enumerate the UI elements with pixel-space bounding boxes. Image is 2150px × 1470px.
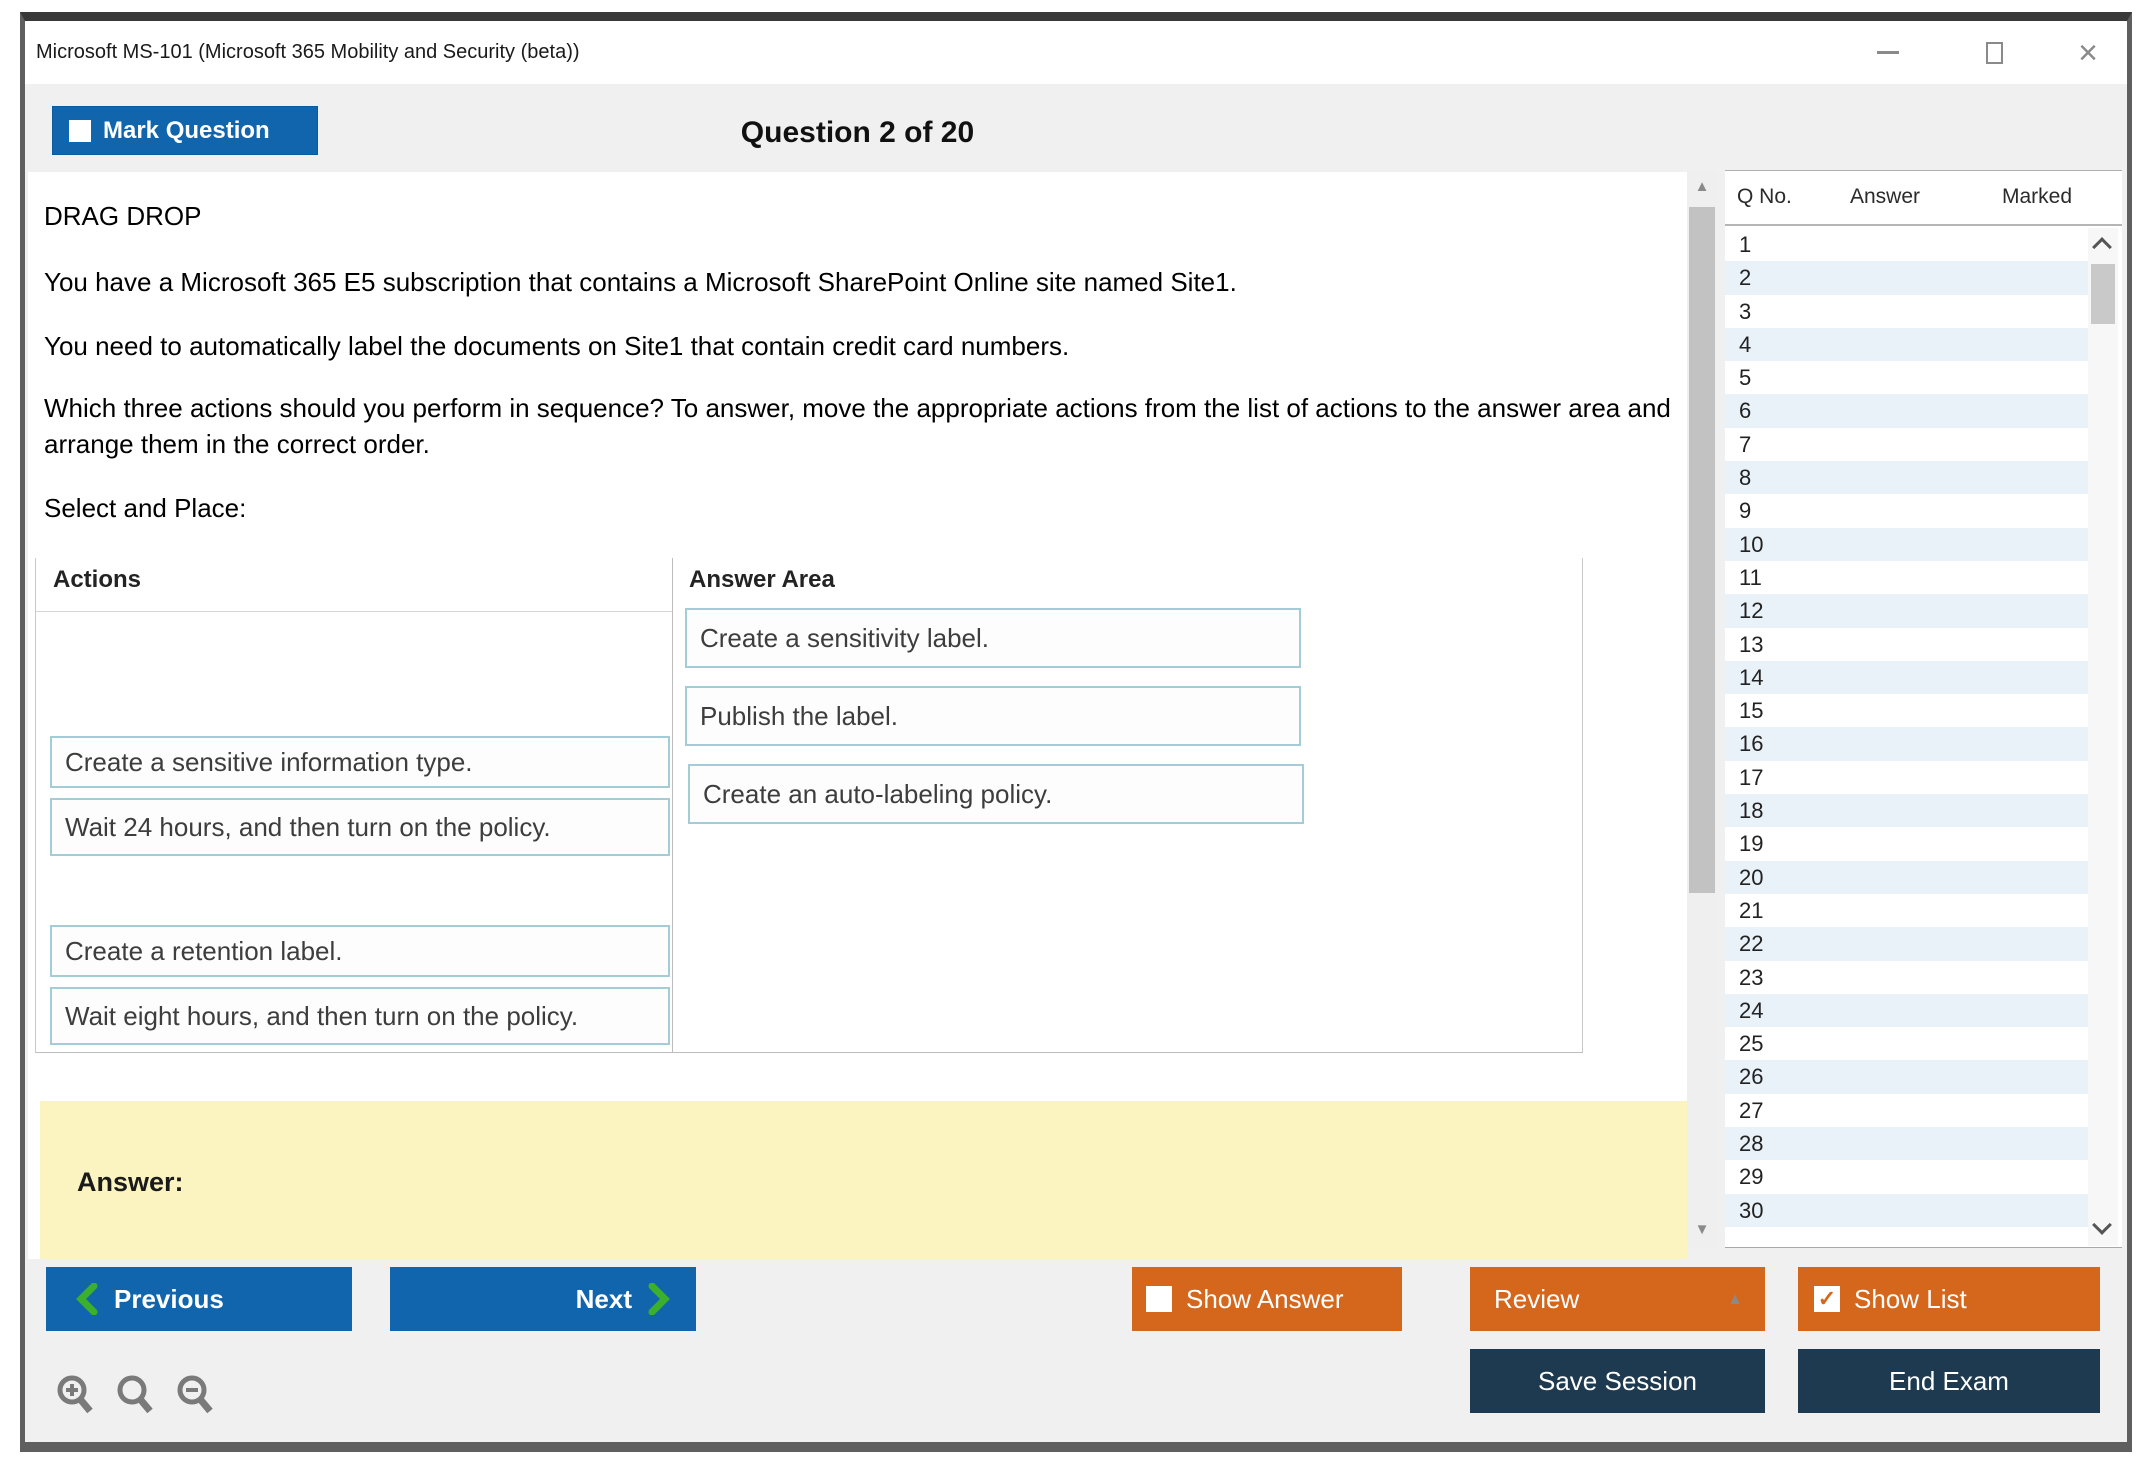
next-button[interactable]: Next bbox=[390, 1267, 696, 1331]
question-list-row[interactable]: 19 bbox=[1725, 827, 2088, 861]
previous-label: Previous bbox=[114, 1283, 224, 1314]
question-list-row[interactable]: 20 bbox=[1725, 860, 2088, 894]
zoom-reset-icon[interactable] bbox=[113, 1373, 159, 1419]
title-bar: Microsoft MS-101 (Microsoft 365 Mobility… bbox=[25, 21, 2127, 84]
scroll-up-icon[interactable]: ▲ bbox=[1687, 177, 1717, 197]
minimize-icon bbox=[1877, 51, 1899, 54]
content-scrollbar[interactable]: ▲ ▼ bbox=[1687, 172, 1717, 1247]
question-paragraph: Which three actions should you perform i… bbox=[44, 393, 1671, 459]
scroll-down-icon[interactable]: ▼ bbox=[1687, 1220, 1717, 1240]
minimize-button[interactable] bbox=[1865, 21, 1911, 84]
end-exam-label: End Exam bbox=[1889, 1365, 2009, 1396]
question-list-row[interactable]: 23 bbox=[1725, 960, 2088, 994]
show-answer-button[interactable]: Show Answer bbox=[1132, 1267, 1402, 1331]
question-list-row[interactable]: 29 bbox=[1725, 1160, 2088, 1194]
answer-area-item[interactable]: Create an auto-labeling policy. bbox=[688, 764, 1304, 824]
actions-underline bbox=[36, 611, 672, 612]
next-label: Next bbox=[575, 1283, 632, 1314]
question-list-row[interactable]: 3 bbox=[1725, 294, 2088, 328]
maximize-button[interactable] bbox=[1971, 21, 2017, 84]
question-paragraph: You have a Microsoft 365 E5 subscription… bbox=[44, 267, 1237, 297]
question-list-row[interactable]: 30 bbox=[1725, 1193, 2088, 1227]
scroll-up-icon[interactable] bbox=[2092, 237, 2112, 257]
question-list-row[interactable]: 27 bbox=[1725, 1093, 2088, 1128]
scrollbar-thumb[interactable] bbox=[1689, 207, 1715, 893]
question-list-row[interactable]: 16 bbox=[1725, 727, 2088, 761]
column-header-qno: Q No. bbox=[1737, 185, 1792, 208]
answer-area-item[interactable]: Create a sensitivity label. bbox=[685, 608, 1301, 668]
answer-label: Answer: bbox=[77, 1167, 184, 1197]
question-paragraph: You need to automatically label the docu… bbox=[44, 331, 1070, 361]
question-list-row[interactable]: 14 bbox=[1725, 660, 2088, 695]
answer-highlight-area: Answer: bbox=[40, 1101, 1687, 1259]
chevron-left-icon bbox=[76, 1283, 98, 1315]
scrollbar-thumb[interactable] bbox=[2091, 264, 2115, 324]
question-list-row[interactable]: 4 bbox=[1725, 327, 2088, 362]
show-answer-checkbox[interactable] bbox=[1146, 1286, 1172, 1312]
show-list-label: Show List bbox=[1854, 1283, 1967, 1314]
question-content-area: DRAG DROP You have a Microsoft 365 E5 su… bbox=[28, 172, 1687, 1259]
close-button[interactable]: × bbox=[2065, 21, 2111, 84]
exam-window: Microsoft MS-101 (Microsoft 365 Mobility… bbox=[20, 12, 2132, 1452]
show-list-checkbox[interactable]: ✓ bbox=[1814, 1286, 1840, 1312]
chevron-right-icon bbox=[648, 1283, 670, 1315]
question-list-row[interactable]: 11 bbox=[1725, 560, 2088, 595]
question-list-row[interactable]: 22 bbox=[1725, 927, 2088, 961]
question-list-row[interactable]: 26 bbox=[1725, 1060, 2088, 1094]
question-list-row[interactable]: 6 bbox=[1725, 394, 2088, 428]
review-label: Review bbox=[1494, 1283, 1580, 1314]
close-icon: × bbox=[2078, 33, 2098, 72]
zoom-out-icon[interactable] bbox=[173, 1373, 219, 1419]
previous-button[interactable]: Previous bbox=[46, 1267, 352, 1331]
question-list-row[interactable]: 25 bbox=[1725, 1027, 2088, 1061]
column-header-marked: Marked bbox=[2001, 185, 2073, 208]
select-and-place-label: Select and Place: bbox=[44, 493, 247, 523]
question-list-row[interactable]: 7 bbox=[1725, 427, 2088, 462]
question-list-row[interactable]: 1 bbox=[1725, 228, 2088, 262]
end-exam-button[interactable]: End Exam bbox=[1798, 1349, 2100, 1413]
question-list: 1 2 3 4 5 6 7 8 9 10 11 12 13 14 15 16 17 18 19 20 21 22 23 24 2… bbox=[1725, 228, 2088, 1227]
question-list-row[interactable]: 21 bbox=[1725, 893, 2088, 928]
window-title: Microsoft MS-101 (Microsoft 365 Mobility… bbox=[36, 41, 580, 63]
question-list-row[interactable]: 15 bbox=[1725, 694, 2088, 728]
zoom-toolbar bbox=[53, 1373, 219, 1419]
zoom-in-icon[interactable] bbox=[53, 1373, 99, 1419]
answer-area-item[interactable]: Publish the label. bbox=[685, 686, 1301, 746]
maximize-icon bbox=[1985, 41, 2003, 64]
question-list-row[interactable]: 5 bbox=[1725, 361, 2088, 395]
question-list-header: Q No. Answer Marked bbox=[1725, 171, 2122, 226]
column-divider bbox=[672, 558, 673, 1052]
question-type-label: DRAG DROP bbox=[44, 201, 202, 231]
action-item[interactable]: Create a sensitive information type. bbox=[50, 736, 670, 788]
question-counter: Question 2 of 20 bbox=[740, 116, 975, 149]
scroll-down-icon[interactable] bbox=[2092, 1215, 2112, 1235]
drag-drop-exhibit: Actions Answer Area Create a sensitivity… bbox=[35, 558, 1583, 1053]
question-list-row[interactable]: 28 bbox=[1725, 1127, 2088, 1161]
column-header-answer: Answer bbox=[1849, 185, 1921, 208]
question-list-row[interactable]: 18 bbox=[1725, 794, 2088, 828]
show-list-button[interactable]: ✓ Show List bbox=[1798, 1267, 2100, 1331]
question-list-row[interactable]: 9 bbox=[1725, 494, 2088, 528]
action-item[interactable]: Create a retention label. bbox=[50, 925, 670, 977]
save-session-label: Save Session bbox=[1538, 1365, 1697, 1396]
show-answer-label: Show Answer bbox=[1186, 1283, 1344, 1314]
question-list-row[interactable]: 17 bbox=[1725, 760, 2088, 795]
review-button[interactable]: Review ▲ bbox=[1470, 1267, 1765, 1331]
actions-column-header: Actions bbox=[53, 566, 142, 593]
save-session-button[interactable]: Save Session bbox=[1470, 1349, 1765, 1413]
action-item[interactable]: Wait eight hours, and then turn on the p… bbox=[50, 987, 670, 1045]
triangle-up-icon: ▲ bbox=[1727, 1291, 1743, 1308]
answer-area-column-header: Answer Area bbox=[689, 566, 835, 593]
question-list-row[interactable]: 24 bbox=[1725, 993, 2088, 1028]
question-list-row[interactable]: 8 bbox=[1725, 461, 2088, 495]
question-list-row[interactable]: 2 bbox=[1725, 261, 2088, 295]
action-item[interactable]: Wait 24 hours, and then turn on the poli… bbox=[50, 798, 670, 856]
question-list-row[interactable]: 13 bbox=[1725, 627, 2088, 661]
question-list-row[interactable]: 12 bbox=[1725, 594, 2088, 628]
question-list-scrollbar[interactable] bbox=[2088, 228, 2118, 1246]
question-list-panel: Q No. Answer Marked 1 2 3 4 5 6 7 8 9 10 11 12 13 14 1… bbox=[1725, 170, 2122, 1248]
question-list-row[interactable]: 10 bbox=[1725, 527, 2088, 561]
